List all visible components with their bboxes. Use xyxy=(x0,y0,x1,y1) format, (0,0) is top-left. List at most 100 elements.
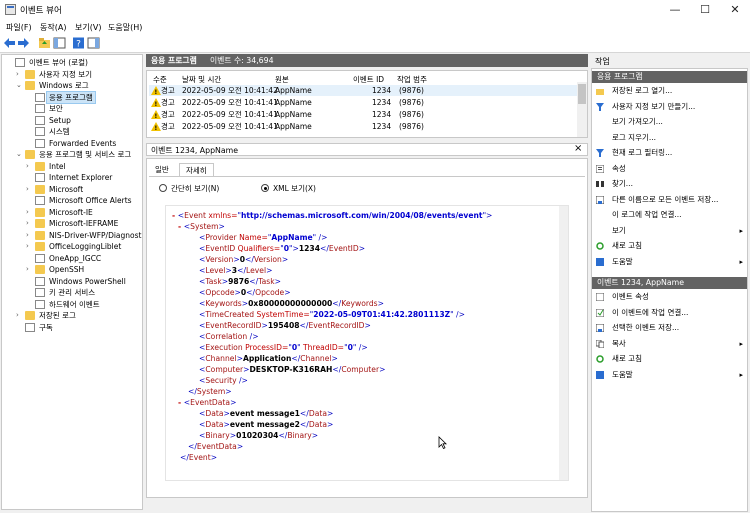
action-item-label: 로그 지우기... xyxy=(612,132,657,142)
xml-view[interactable]: - <Event xmlns="http://schemas.microsoft… xyxy=(165,205,569,481)
actions-section-event[interactable]: 이벤트 1234, AppName xyxy=(592,277,747,289)
xml-line-execution: <Execution ProcessID="0" ThreadID="0" /> xyxy=(199,343,368,352)
menu-file[interactable]: 파일(F) xyxy=(6,22,32,33)
column-header-source[interactable]: 원본 xyxy=(275,74,289,85)
action-item[interactable]: 도움말 ▸ xyxy=(592,369,747,381)
table-row[interactable]: 경고 2022-05-09 오전 10:41:41AppName 1234 (9876… xyxy=(149,97,577,110)
tree-item-label: 사용자 지정 보기 xyxy=(39,69,93,79)
action-item[interactable]: 현재 로그 필터링... xyxy=(592,147,747,159)
back-icon[interactable] xyxy=(3,37,16,49)
menu-action[interactable]: 동작(A) xyxy=(40,22,66,33)
event-detail-header: 이벤트 1234, AppName × xyxy=(146,143,588,156)
action-item[interactable]: 사용자 지정 보기 만들기... xyxy=(592,101,747,113)
folder-icon xyxy=(25,81,35,90)
xml-scrollbar[interactable] xyxy=(559,206,568,480)
submenu-arrow-icon: ▸ xyxy=(739,370,743,379)
minimize-button[interactable]: — xyxy=(660,0,690,19)
action-item[interactable]: 저장된 로그 열기... xyxy=(592,85,747,97)
action-item[interactable]: 이벤트 속성 xyxy=(592,291,747,303)
log-icon xyxy=(35,196,45,205)
cell-category: (9876) xyxy=(399,122,424,131)
cell-category: (9876) xyxy=(399,86,424,95)
maximize-button[interactable]: ☐ xyxy=(690,0,720,19)
event-count: 이벤트 수: 34,694 xyxy=(210,56,274,65)
warning-icon xyxy=(151,98,161,110)
help-icon[interactable]: ? xyxy=(72,37,85,49)
actions-section-log[interactable]: 응용 프로그램 xyxy=(592,71,747,83)
table-row[interactable]: 경고 2022-05-09 오전 10:41:42AppName 1234 (9876… xyxy=(149,85,577,98)
column-header-category[interactable]: 작업 범주 xyxy=(397,74,427,85)
xml-line-data2: <Data>event message2</Data> xyxy=(199,420,334,429)
action-item[interactable]: 속성 xyxy=(592,163,747,175)
detail-close-icon[interactable]: × xyxy=(574,143,582,154)
show-action-pane-icon[interactable] xyxy=(87,37,100,49)
action-item[interactable]: 새로 고침 xyxy=(592,240,747,252)
log-icon xyxy=(35,253,45,263)
show-hide-tree-icon[interactable] xyxy=(53,37,66,49)
tree-item-label: Setup xyxy=(49,115,71,125)
log-icon xyxy=(35,127,45,136)
xml-line-event: - <Event xmlns="http://schemas.microsoft… xyxy=(172,211,493,220)
tree-item-label: Windows 로그 xyxy=(39,81,89,90)
action-item[interactable]: 이 로그에 작업 연결... xyxy=(592,209,747,221)
cell-id: 1234 xyxy=(372,98,392,107)
radio-friendly-view[interactable] xyxy=(159,184,167,192)
column-header-datetime[interactable]: 날짜 및 시간 xyxy=(182,74,221,85)
action-item[interactable]: 찾기... xyxy=(592,178,747,190)
column-header-level[interactable]: 수준 xyxy=(153,74,167,85)
expand-arrow-icon[interactable]: › xyxy=(26,230,34,241)
tree-item-label: 보안 xyxy=(49,104,63,113)
xml-line-recordid: <EventRecordID>195408</EventRecordID> xyxy=(199,321,371,330)
cell-level: 경고 xyxy=(161,110,175,119)
action-item-label: 도움말 xyxy=(612,369,633,379)
forward-icon[interactable] xyxy=(17,37,30,49)
action-item-label: 현재 로그 필터링... xyxy=(612,148,673,157)
expand-arrow-icon[interactable]: › xyxy=(26,207,34,218)
action-item-label: 이 이벤트에 작업 연결... xyxy=(612,307,689,317)
action-item[interactable]: 이 이벤트에 작업 연결... xyxy=(592,307,747,319)
action-item[interactable]: 선택한 이벤트 저장... xyxy=(592,322,747,334)
folder-up-icon[interactable] xyxy=(38,37,51,49)
tree-item-label: NIS-Driver-WFP/Diagnostic xyxy=(49,230,143,240)
cell-id: 1234 xyxy=(372,122,392,131)
action-item[interactable]: 보기 ▸ xyxy=(592,225,747,237)
expand-arrow-icon[interactable]: › xyxy=(26,184,34,195)
expand-arrow-icon[interactable]: › xyxy=(16,69,24,80)
column-header-event-id[interactable]: 이벤트 ID xyxy=(353,74,384,85)
action-item-label: 속성 xyxy=(612,163,626,173)
radio-xml-view[interactable] xyxy=(261,184,269,192)
action-item[interactable]: 로그 지우기... xyxy=(592,132,747,144)
tree-item-label: 시스템 xyxy=(49,127,70,136)
action-item[interactable]: 보기 가져오기... xyxy=(592,116,747,128)
menu-help[interactable]: 도움말(H) xyxy=(108,22,142,33)
xml-line-security: <Security /> xyxy=(199,376,248,385)
action-item[interactable]: 새로 고침 xyxy=(592,353,747,365)
expand-arrow-icon[interactable]: ⌄ xyxy=(16,80,24,91)
expand-arrow-icon[interactable]: › xyxy=(16,310,24,321)
refresh-icon xyxy=(596,242,604,250)
expand-arrow-icon[interactable]: ⌄ xyxy=(16,149,24,160)
expand-arrow-icon[interactable]: › xyxy=(26,161,34,172)
expand-arrow-icon[interactable]: › xyxy=(26,264,34,275)
tab-general[interactable]: 일반 xyxy=(149,163,175,176)
folder-icon xyxy=(25,69,35,79)
action-item[interactable]: 다른 이름으로 모든 이벤트 저장... xyxy=(592,194,747,206)
event-list-scroll-thumb[interactable] xyxy=(578,84,586,104)
action-item[interactable]: 복사 ▸ xyxy=(592,338,747,350)
xml-line-system: - <System> xyxy=(178,222,225,231)
action-item-label: 보기 xyxy=(612,225,626,235)
close-button[interactable]: ✕ xyxy=(720,0,750,19)
action-item-label: 보기 가져오기... xyxy=(612,117,663,126)
expand-arrow-icon[interactable]: › xyxy=(26,218,34,229)
expand-arrow-icon[interactable]: › xyxy=(26,241,34,252)
tree-item-label: OfficeLoggingLiblet xyxy=(49,242,122,251)
tree-item-label: Intel xyxy=(49,161,66,171)
table-row[interactable]: 경고 2022-05-09 오전 10:41:41AppName 1234 (9876… xyxy=(149,121,577,134)
table-row[interactable]: 경고 2022-05-09 오전 10:41:41AppName 1234 (9876… xyxy=(149,109,577,122)
tree-item-label: Microsoft-IE xyxy=(49,207,93,217)
menu-view[interactable]: 보기(V) xyxy=(75,22,101,33)
save-icon xyxy=(596,324,604,332)
tree-item-label: 저장된 로그 xyxy=(39,311,76,320)
action-item[interactable]: 도움말 ▸ xyxy=(592,256,747,268)
tab-details[interactable]: 자세히 xyxy=(179,163,214,177)
